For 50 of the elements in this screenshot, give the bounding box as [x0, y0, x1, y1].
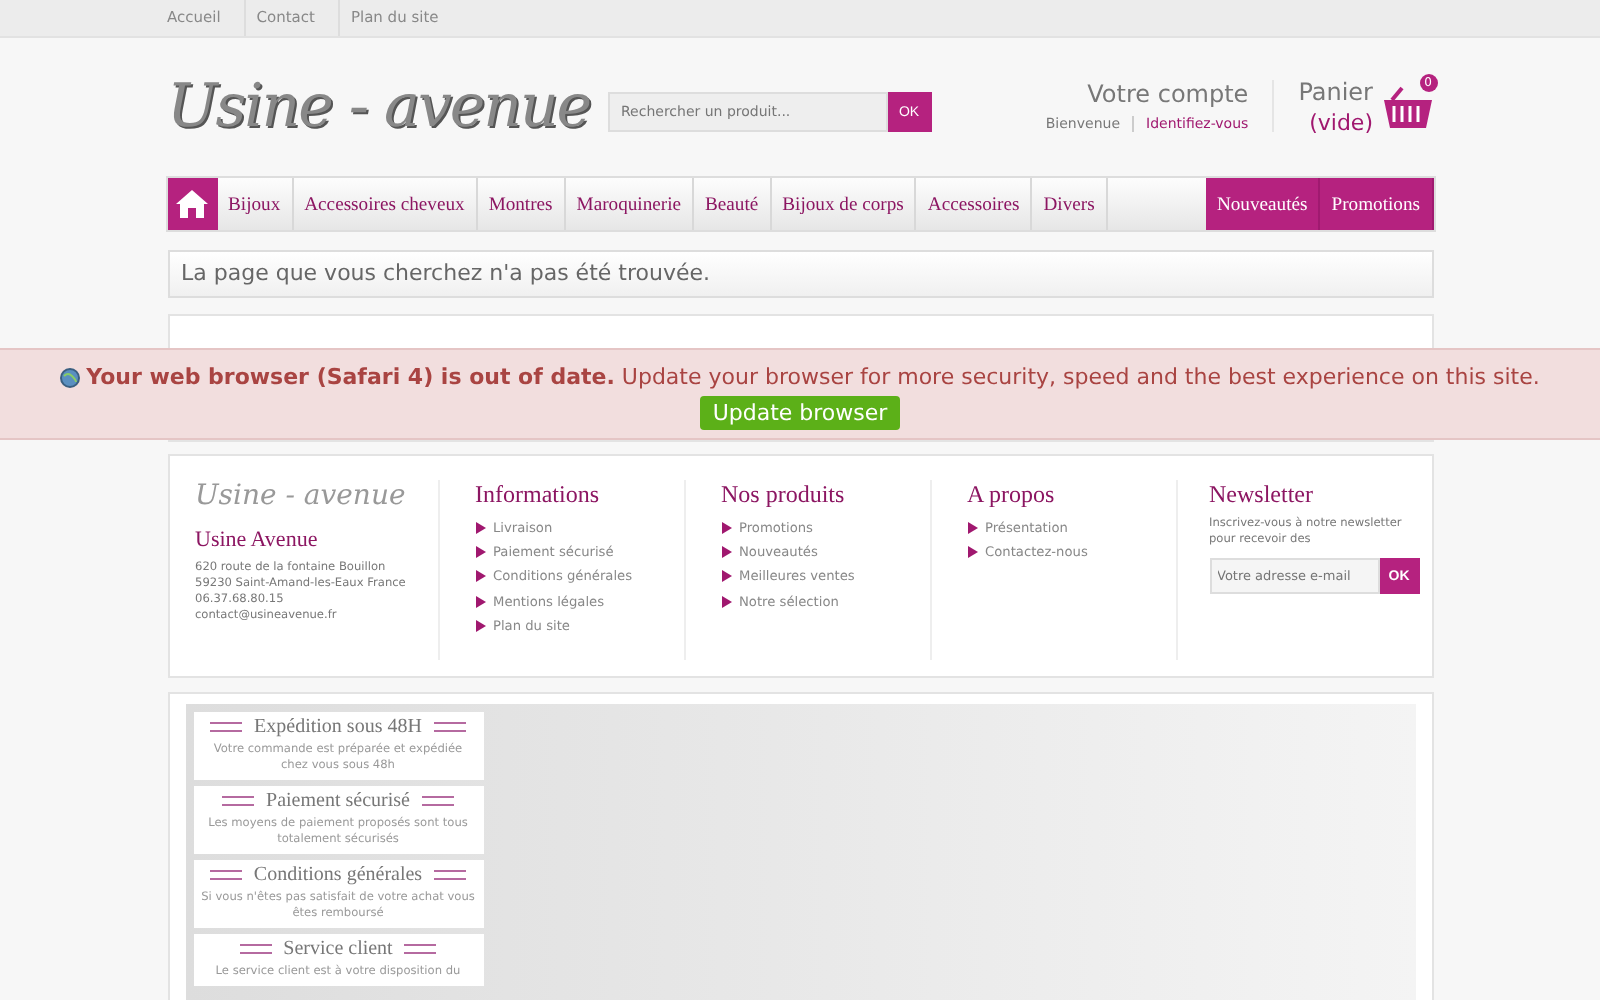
warning-message: Your web browser (Safari 4) is out of date. Update your browser for more security, speed and the best experience on this site.: [86, 364, 1540, 390]
bullet-icon: [721, 522, 731, 535]
bullet-icon: [721, 595, 731, 608]
account-title: Votre compte: [1085, 80, 1249, 108]
site-logo[interactable]: Usine - avenue: [167, 71, 607, 141]
decorative-line: [434, 870, 467, 880]
decorative-line: [210, 722, 243, 732]
footer-heading: A propos: [967, 480, 1057, 510]
bullet-icon: [967, 546, 977, 559]
nav-item[interactable]: Accessoires cheveux: [293, 178, 478, 230]
footer-heading: Informations: [475, 480, 601, 510]
bullet-icon: [475, 619, 485, 632]
bullet-icon: [967, 522, 977, 535]
basket-icon[interactable]: [1381, 86, 1433, 130]
home-button[interactable]: [167, 178, 217, 230]
decorative-line: [433, 722, 466, 732]
error-notice: La page que vous cherchez n'a pas été trouvée.: [167, 250, 1433, 298]
nav-item[interactable]: Beauté: [694, 178, 772, 230]
footer-heading: Nos produits: [721, 480, 847, 510]
decorative-line: [239, 944, 272, 954]
bullet-icon: [475, 522, 485, 535]
bullet-icon: [721, 570, 731, 583]
decorative-line: [209, 870, 242, 880]
nav-item[interactable]: Accessoires: [916, 178, 1033, 230]
bullet-icon: [475, 570, 485, 583]
nav-item[interactable]: Divers: [1032, 178, 1108, 230]
nav-item[interactable]: Montres: [477, 178, 566, 230]
globe-icon: [60, 367, 81, 387]
nav-item[interactable]: Promotions: [1320, 178, 1433, 230]
nav-item[interactable]: Bijoux de corps: [771, 178, 917, 230]
feature-title: Conditions générales: [253, 864, 423, 886]
cart-title: Panier: [1298, 77, 1373, 105]
decorative-line: [404, 944, 437, 954]
update-browser-button[interactable]: Update browser: [700, 396, 900, 430]
bullet-icon: [475, 595, 485, 608]
decorative-line: [421, 796, 454, 806]
feature-title: Service client: [283, 938, 393, 960]
nav-item[interactable]: Maroquinerie: [565, 178, 695, 230]
bullet-icon: [475, 546, 485, 559]
nav-item[interactable]: Nouveautés: [1205, 178, 1321, 230]
home-icon: [176, 190, 208, 218]
decorative-line: [222, 796, 255, 806]
footer-heading: Newsletter: [1209, 480, 1315, 510]
feature-title: Paiement sécurisé: [266, 790, 410, 812]
cart-status: (vide): [1307, 109, 1373, 135]
nav-item[interactable]: Bijoux: [217, 178, 294, 230]
company-name: Usine Avenue: [195, 528, 320, 552]
bullet-icon: [721, 546, 731, 559]
footer-logo[interactable]: Usine - avenue: [195, 480, 437, 512]
feature-title: Expédition sous 48H: [254, 716, 422, 738]
